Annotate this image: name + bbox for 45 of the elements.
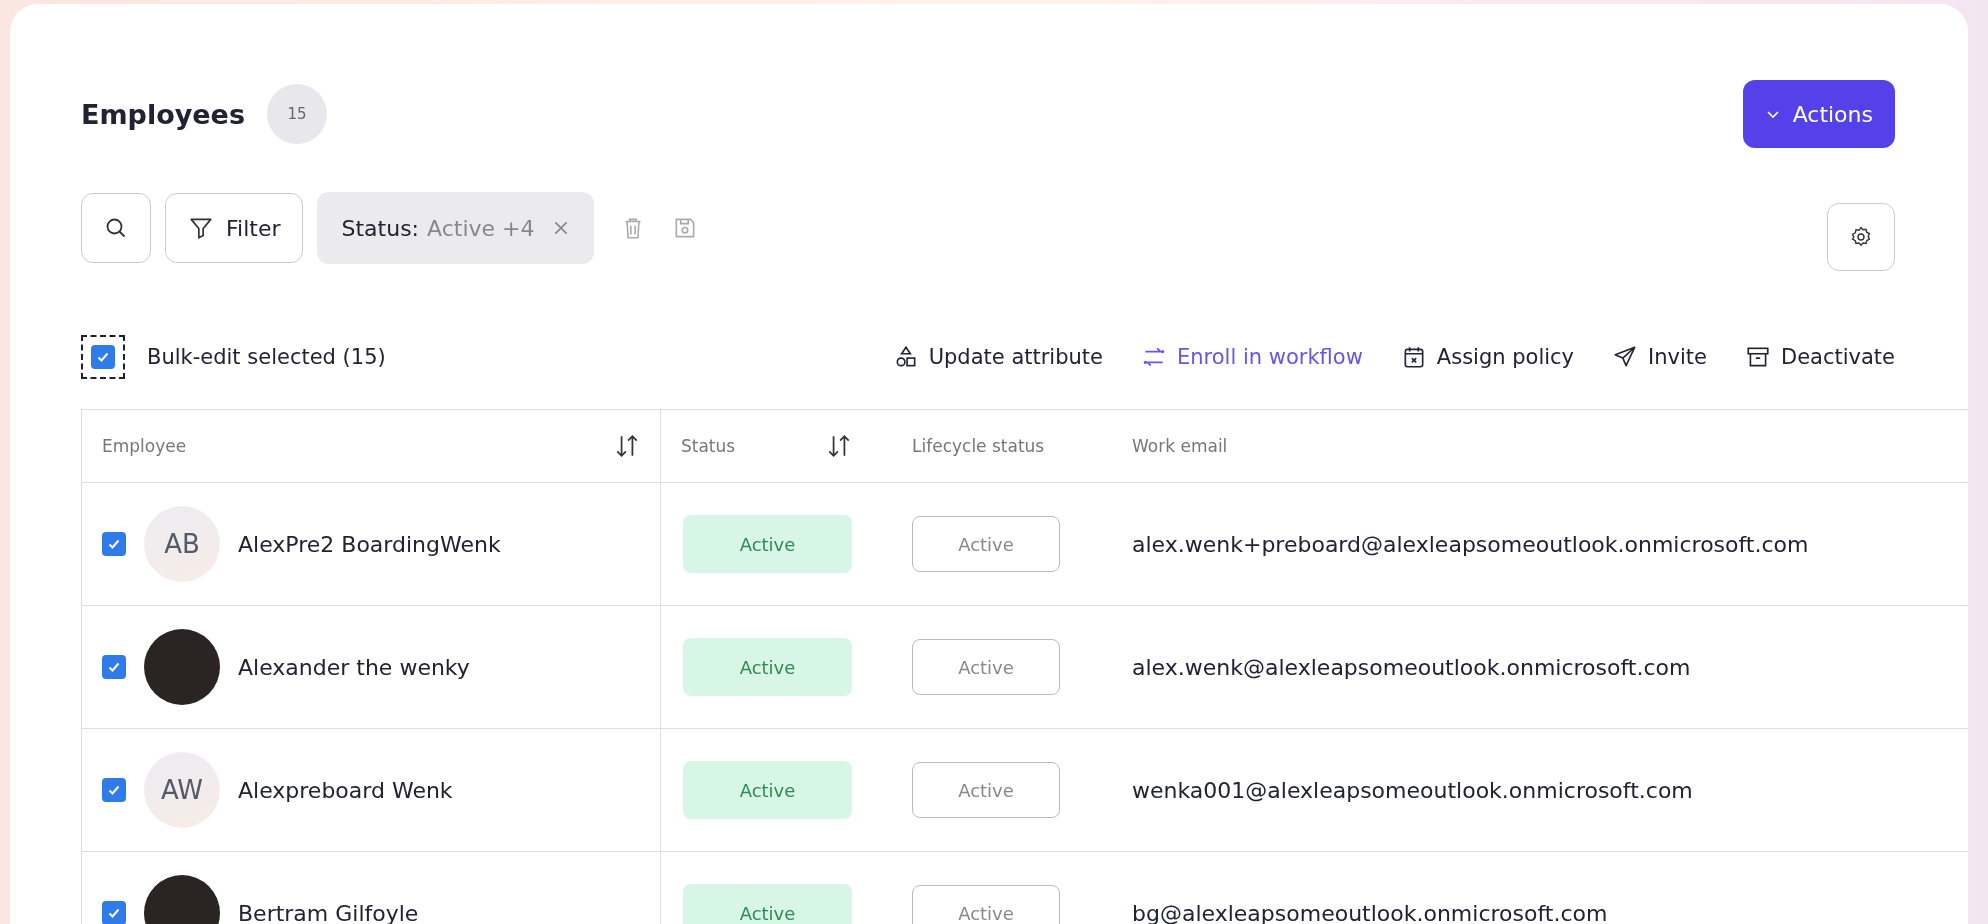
chip-label: Status:: [341, 215, 419, 241]
sort-icon[interactable]: [826, 433, 852, 459]
search-button[interactable]: [81, 193, 151, 263]
settings-icon: [1849, 225, 1873, 249]
page-title: Employees: [81, 98, 245, 130]
bulk-edit-label: Bulk-edit selected (15): [147, 345, 386, 369]
row-checkbox[interactable]: [102, 655, 126, 679]
row-checkbox[interactable]: [102, 901, 126, 924]
search-icon: [104, 216, 128, 240]
filter-button[interactable]: Filter: [165, 193, 304, 263]
filter-chip[interactable]: Status: Active +4: [317, 192, 595, 264]
select-all-checkbox[interactable]: [91, 345, 115, 369]
column-header: Lifecycle status: [912, 436, 1045, 456]
row-checkbox[interactable]: [102, 532, 126, 556]
status-badge: Active: [683, 761, 852, 819]
actions-button[interactable]: Actions: [1742, 80, 1895, 148]
employee-name: Alexander the wenky: [238, 654, 470, 680]
deactivate-action[interactable]: Deactivate: [1744, 344, 1895, 370]
count-badge: 15: [267, 84, 327, 144]
invite-action[interactable]: Invite: [1612, 344, 1707, 370]
status-badge: Active: [683, 638, 852, 696]
work-email: wenka001@alexleapsomeoutlook.onmicrosoft.com: [1132, 777, 1693, 803]
lifecycle-badge: Active: [912, 762, 1060, 818]
status-badge: Active: [683, 884, 852, 924]
funnel-icon: [188, 215, 214, 241]
employee-name: AlexPre2 BoardingWenk: [238, 531, 501, 557]
work-email: alex.wenk+preboard@alexleapsomeoutlook.onmicrosoft.com: [1132, 531, 1809, 557]
sort-icon[interactable]: [614, 433, 640, 459]
employee-name: Alexpreboard Wenk: [238, 777, 453, 803]
lifecycle-badge: Active: [912, 885, 1060, 924]
attribute-action[interactable]: Update attribute: [892, 344, 1103, 370]
column-header: Employee: [102, 436, 187, 456]
workflow-action[interactable]: Enroll in workflow: [1141, 344, 1363, 370]
column-header: Work email: [1132, 436, 1228, 456]
column-header: Status: [681, 436, 736, 456]
work-email: alex.wenk@alexleapsomeoutlook.onmicrosoft.com: [1132, 654, 1691, 680]
chip-value: Active +4: [427, 215, 535, 241]
lifecycle-badge: Active: [912, 639, 1060, 695]
lifecycle-badge: Active: [912, 516, 1060, 572]
status-badge: Active: [683, 515, 852, 573]
avatar-initials: AW: [144, 752, 220, 828]
policy-action[interactable]: Assign policy: [1400, 344, 1575, 370]
row-checkbox[interactable]: [102, 778, 126, 802]
settings-button[interactable]: [1827, 203, 1895, 271]
avatar-initials: AB: [144, 506, 220, 582]
